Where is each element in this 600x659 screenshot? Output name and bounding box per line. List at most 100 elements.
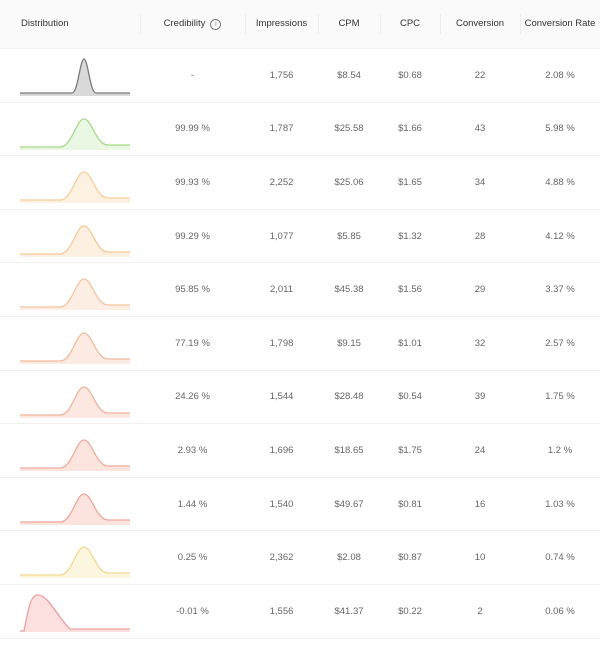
distribution-curve [20,493,130,525]
table-row[interactable]: 24.26 % 1,544 $28.48 $0.54 39 1.75 % [0,371,600,425]
distribution-curve [20,117,130,150]
conversion-rate-cell: 2.57 % [545,337,575,349]
conversion-rate-cell: 0.06 % [545,605,575,617]
conversion-rate-cell: 1.75 % [545,391,575,403]
distribution-curve [20,171,130,204]
distribution-cell [0,531,140,584]
table-header: Distribution Credibility i Impressions CP… [0,0,600,49]
cpc-cell: $1.32 [398,230,422,242]
impressions-cell: 2,362 [269,552,294,564]
conversion-rate-cell: 4.12 % [545,230,575,242]
distribution-curve [20,546,130,579]
credibility-cell: 99.93 % [175,176,210,188]
conversion-cell: 10 [474,552,486,564]
table-row[interactable]: -0.01 % 1,556 $41.37 $0.22 2 0.06 % [0,585,600,639]
cpc-cell: $0.87 [398,552,422,564]
table-row[interactable]: 0.25 % 2,362 $2.08 $0.87 10 0.74 % [0,531,600,585]
credibility-cell: 24.26 % [175,391,210,403]
conversion-cell: 32 [474,337,486,349]
credibility-cell: 2.93 % [177,444,208,456]
distribution-cell [0,49,140,102]
distribution-cell [0,210,140,263]
impressions-cell: 2,252 [269,176,294,188]
distribution-cell [0,263,140,316]
distribution-curve [20,58,130,96]
credibility-cell: -0.01 % [176,605,209,617]
table-row[interactable]: 95.85 % 2,011 $45.38 $1.56 29 3.37 % [0,263,600,317]
distribution-curve [20,594,130,632]
impressions-cell: 1,787 [269,123,294,135]
distribution-curve [20,439,130,472]
cpc-cell: $0.22 [398,605,422,617]
header-conversion-rate[interactable]: Conversion Rate [520,10,600,38]
info-icon[interactable]: i [210,18,222,30]
table-row[interactable]: - 1,756 $8.54 $0.68 22 2.08 % [0,49,600,103]
table-row[interactable]: 99.99 % 1,787 $25.58 $1.66 43 5.98 % [0,103,600,157]
conversion-rate-cell: 1.03 % [545,498,575,510]
header-cpm[interactable]: CPM [318,10,380,38]
conversion-cell: 39 [474,391,486,403]
distribution-cell [0,478,140,531]
distribution-cell [0,585,140,638]
cpm-cell: $8.54 [337,69,361,81]
credibility-cell: 0.25 % [177,552,208,564]
cpm-cell: $28.48 [334,391,364,403]
distribution-curve [20,225,130,257]
credibility-cell: 77.19 % [175,337,210,349]
cpc-cell: $1.66 [398,123,422,135]
conversion-rate-cell: 5.98 % [545,123,575,135]
impressions-cell: 1,540 [269,498,294,510]
distribution-curve [20,332,130,364]
table-row[interactable]: 2.93 % 1,696 $18.65 $1.75 24 1.2 % [0,424,600,478]
impressions-cell: 1,756 [269,69,294,81]
impressions-cell: 1,077 [269,230,294,242]
distribution-cell [0,371,140,424]
cpc-cell: $1.56 [398,284,422,296]
distribution-cell [0,424,140,477]
header-cpc[interactable]: CPC [380,10,440,38]
distribution-cell [0,317,140,370]
distribution-fill [20,594,130,632]
cpc-cell: $1.01 [398,337,422,349]
conversion-cell: 43 [474,123,486,135]
conversion-cell: 16 [474,498,486,510]
cpm-cell: $45.38 [334,284,364,296]
header-impressions[interactable]: Impressions [245,10,318,38]
cpm-cell: $49.67 [334,498,364,510]
conversion-cell: 29 [474,284,486,296]
table-body: - 1,756 $8.54 $0.68 22 2.08 % 99.99 % 1,787 $25.… [0,49,600,639]
impressions-cell: 1,556 [269,605,294,617]
credibility-cell: 99.29 % [175,230,210,242]
table-row[interactable]: 1.44 % 1,540 $49.67 $0.81 16 1.03 % [0,478,600,532]
conversion-cell: 2 [477,605,483,617]
conversion-rate-cell: 1.2 % [547,444,573,456]
table-row[interactable]: 99.29 % 1,077 $5.85 $1.32 28 4.12 % [0,210,600,264]
conversion-cell: 28 [474,230,486,242]
credibility-cell: 1.44 % [177,498,208,510]
credibility-cell: 95.85 % [175,284,210,296]
table-row[interactable]: 77.19 % 1,798 $9.15 $1.01 32 2.57 % [0,317,600,371]
distribution-line [20,58,130,94]
conversion-rate-cell: 0.74 % [545,552,575,564]
cpm-cell: $25.06 [334,176,364,188]
conversion-cell: 34 [474,176,486,188]
distribution-curve [20,385,130,418]
conversion-rate-cell: 3.37 % [545,284,575,296]
header-credibility[interactable]: Credibility i [140,10,245,38]
credibility-cell: - [190,69,195,81]
cpc-cell: $0.54 [398,391,422,403]
table-row[interactable]: 99.93 % 2,252 $25.06 $1.65 34 4.88 % [0,156,600,210]
impressions-cell: 1,696 [269,444,294,456]
header-conversion[interactable]: Conversion [440,10,520,38]
distribution-curve [20,278,130,311]
cpc-cell: $0.68 [398,69,422,81]
impressions-cell: 1,798 [269,337,294,349]
cpm-cell: $18.65 [334,444,364,456]
cpm-cell: $41.37 [334,605,364,617]
conversion-rate-cell: 4.88 % [545,176,575,188]
cpm-cell: $5.85 [337,230,361,242]
cpm-cell: $2.08 [337,552,361,564]
impressions-cell: 2,011 [269,284,294,296]
header-distribution[interactable]: Distribution [0,10,140,38]
distribution-cell [0,103,140,156]
